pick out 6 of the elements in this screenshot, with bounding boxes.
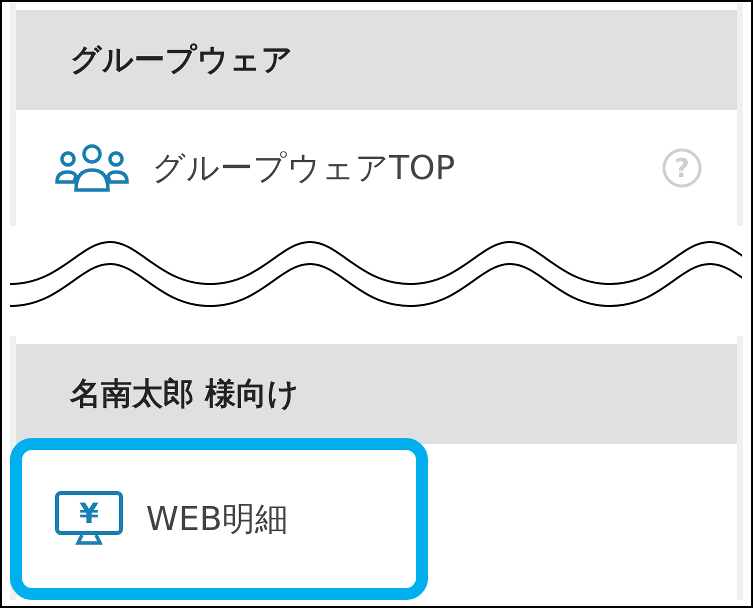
menu-item[interactable]: ¥ WEB明細 bbox=[10, 438, 428, 600]
group-icon bbox=[54, 142, 130, 194]
section-header: 名南太郎 様向け bbox=[16, 344, 737, 444]
item-label: グループウェアTOP bbox=[152, 146, 456, 188]
item-label: WEB明細 bbox=[146, 498, 288, 540]
section-header: グループウェア bbox=[16, 10, 737, 110]
